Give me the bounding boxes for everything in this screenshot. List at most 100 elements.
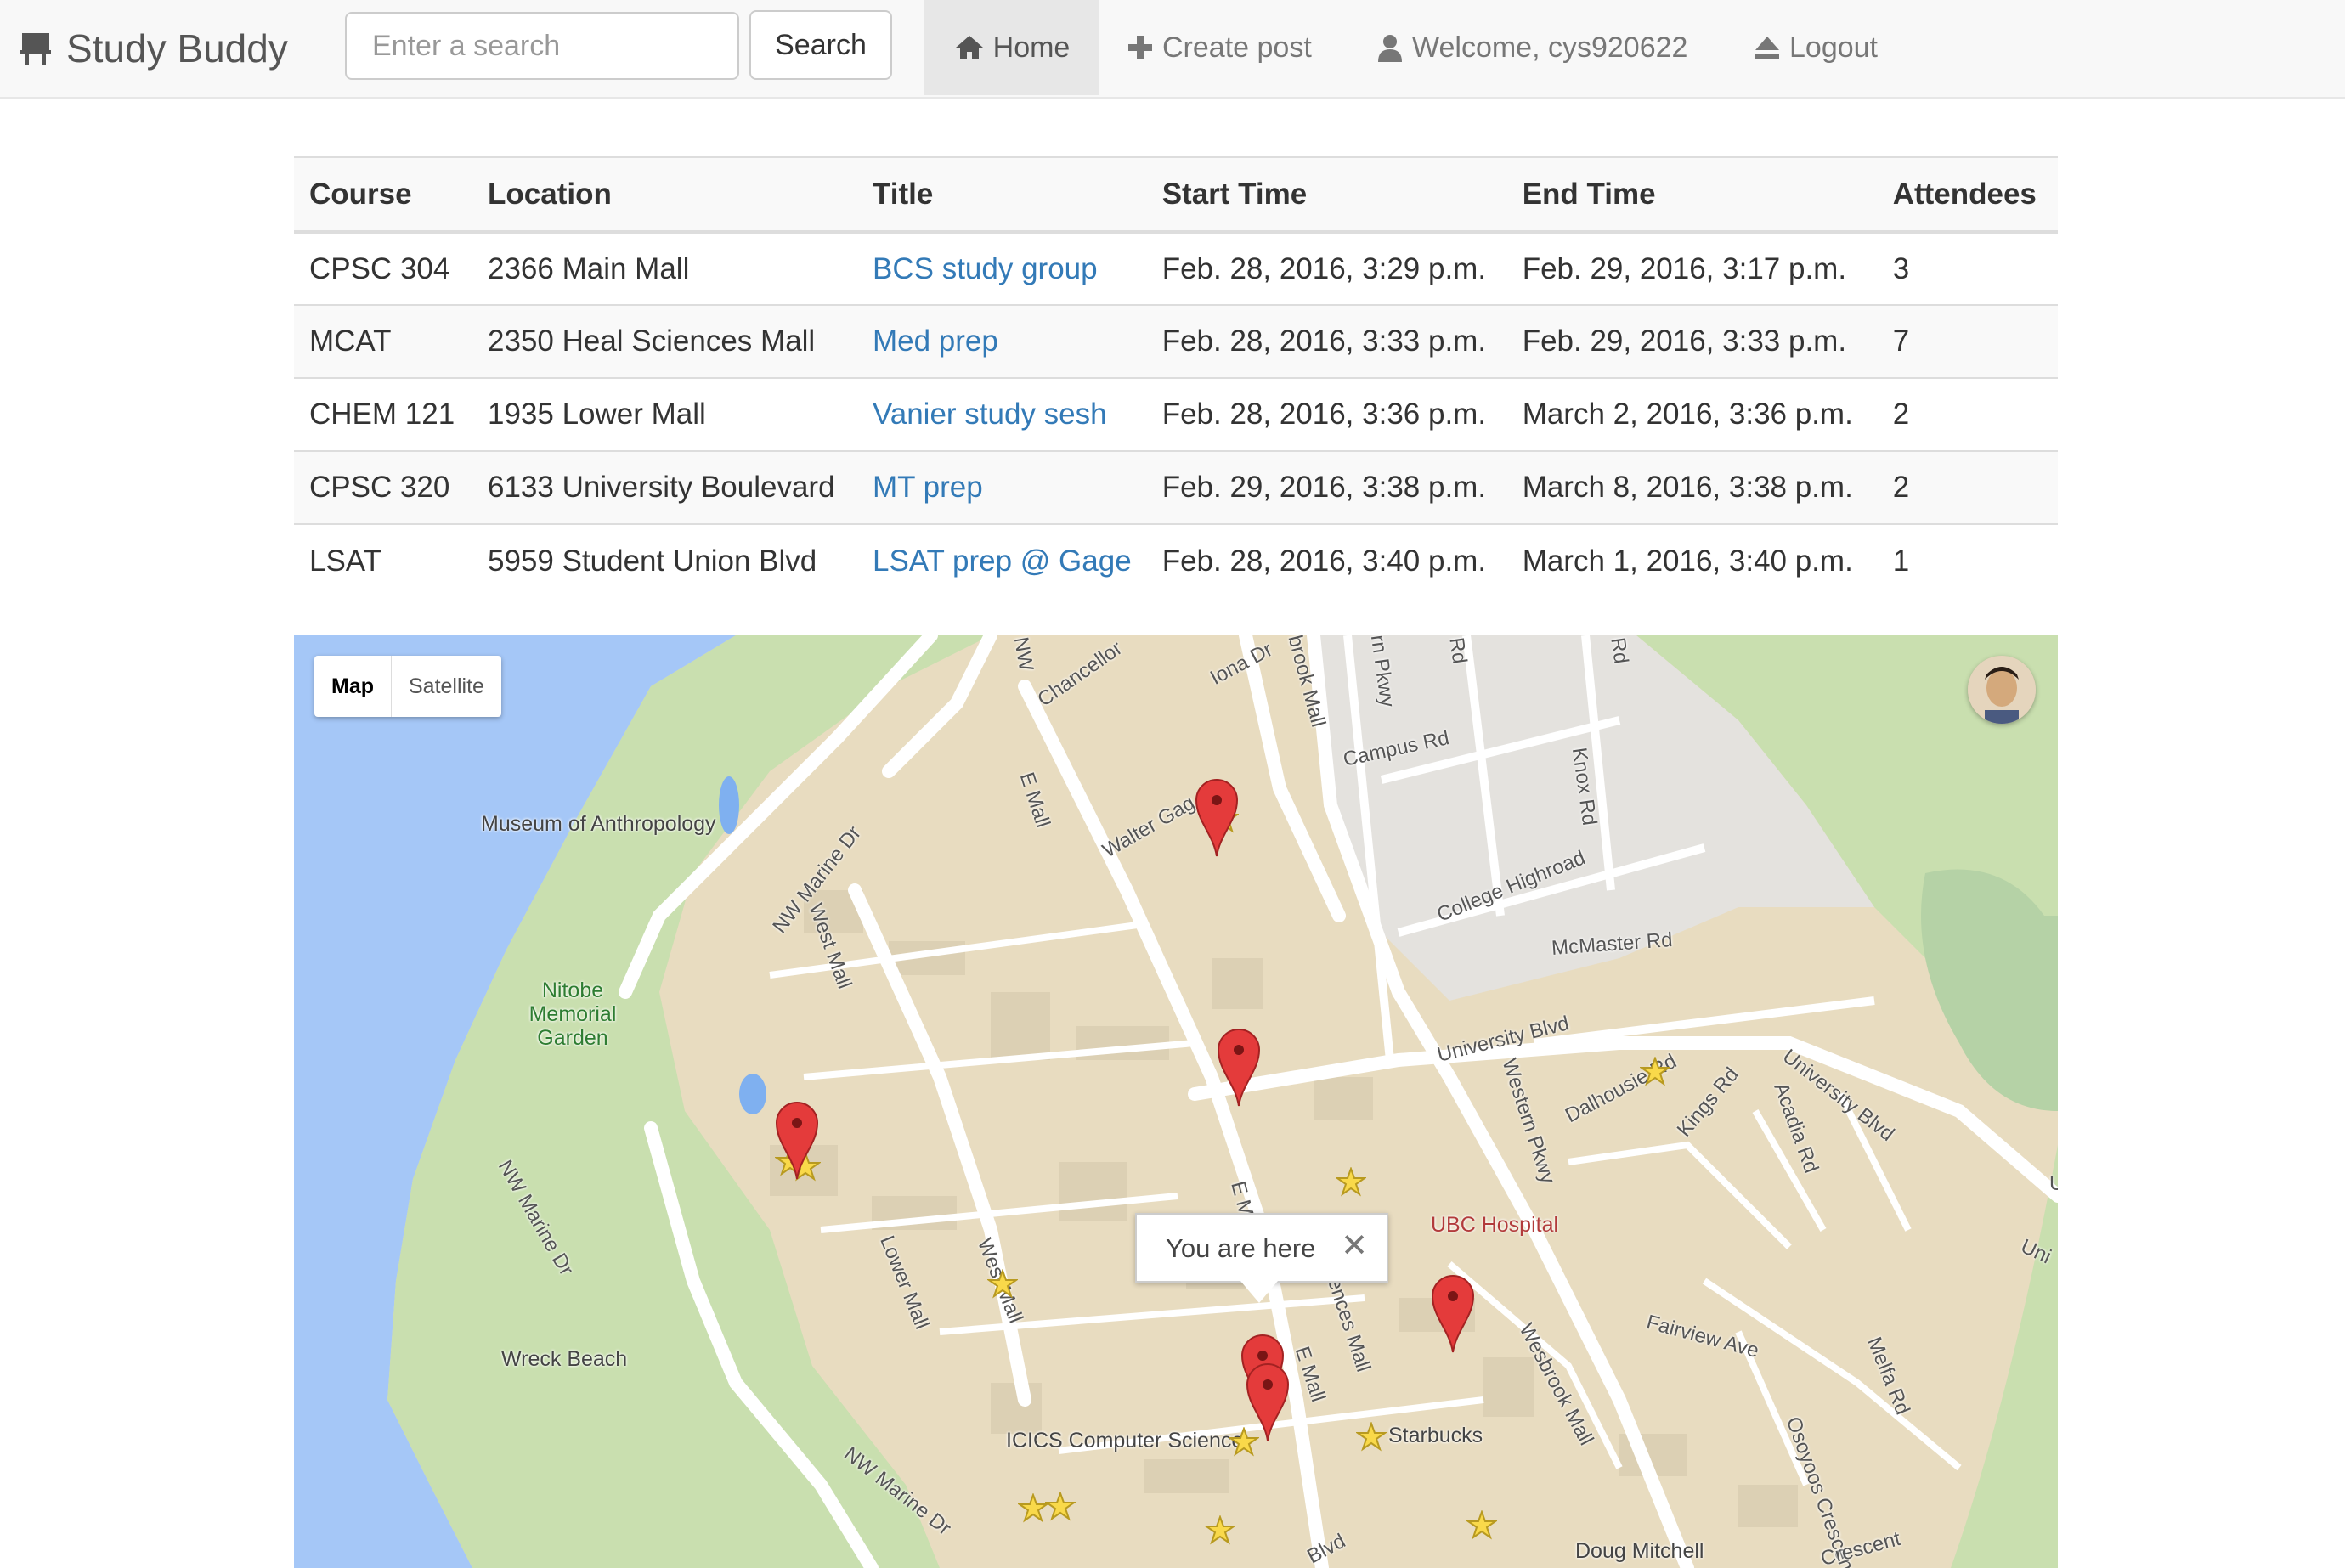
header-start-time: Start Time <box>1146 156 1507 234</box>
cell-start: Feb. 28, 2016, 3:36 p.m. <box>1146 377 1507 451</box>
study-groups-table-wrap: Course Location Title Start Time End Tim… <box>294 156 2058 597</box>
title-link[interactable]: BCS study group <box>873 252 1098 285</box>
nitobe-label: Nitobe Memorial Garden <box>528 979 617 1050</box>
cell-attendees: 2 <box>1877 377 2058 451</box>
wreck-beach-label: Wreck Beach <box>501 1347 628 1371</box>
doug-mitchell-label: Doug Mitchell <box>1575 1539 1704 1563</box>
header-location: Location <box>472 156 857 234</box>
cell-title: MT prep <box>857 450 1147 524</box>
brand-desk-icon <box>20 33 51 65</box>
cell-course: CPSC 304 <box>309 251 450 285</box>
plus-icon <box>1128 36 1152 59</box>
cell-start: Feb. 28, 2016, 3:40 p.m. <box>1146 523 1507 597</box>
search-input[interactable] <box>345 12 739 80</box>
hospital-label: UBC Hospital <box>1431 1213 1559 1237</box>
cell-attendees: 2 <box>1877 450 2058 524</box>
table-row: CPSC 304 2366 Main Mall BCS study group … <box>294 232 2058 305</box>
icics-label: ICICS Computer Science <box>1006 1429 1244 1452</box>
cell-end: March 2, 2016, 3:36 p.m. <box>1506 377 1878 451</box>
nav-welcome[interactable]: Welcome, cys920622 <box>1376 0 1687 95</box>
road-label-rd-2: Rd <box>1606 635 1633 666</box>
cell-end: Feb. 29, 2016, 3:17 p.m. <box>1522 251 1847 285</box>
star-icon <box>987 1269 1018 1299</box>
star-icon <box>1356 1422 1387 1452</box>
nav-home[interactable]: Home <box>924 0 1099 95</box>
cell-end: March 1, 2016, 3:40 p.m. <box>1506 523 1878 597</box>
title-link[interactable]: Med prep <box>873 324 998 358</box>
title-link[interactable]: Vanier study sesh <box>873 398 1107 431</box>
table-row: CHEM 121 1935 Lower Mall Vanier study se… <box>294 377 2058 451</box>
road-label-u-edge: U <box>2049 1172 2058 1195</box>
header-title: Title <box>857 156 1147 234</box>
title-link[interactable]: MT prep <box>873 471 983 504</box>
cell-location: 2350 Heal Sciences Mall <box>472 304 857 378</box>
table-header-row: Course Location Title Start Time End Tim… <box>294 156 2058 234</box>
map-pin-icon[interactable] <box>773 1097 821 1181</box>
star-icon <box>1018 1493 1048 1523</box>
nav-logout-label: Logout <box>1789 31 1878 64</box>
info-window-text: You are here <box>1166 1233 1316 1263</box>
you-are-here-info-window: You are here ✕ <box>1135 1213 1388 1283</box>
cell-attendees: 7 <box>1877 304 2058 378</box>
star-icon <box>1205 1515 1235 1545</box>
info-window-tail <box>1240 1281 1278 1303</box>
map-type-control: Map Satellite <box>314 656 501 717</box>
cell-location: 6133 University Boulevard <box>472 450 857 524</box>
close-icon[interactable]: ✕ <box>1341 1227 1368 1265</box>
star-icon <box>1045 1492 1076 1521</box>
star-icon <box>1466 1510 1497 1540</box>
table-row: MCAT 2350 Heal Sciences Mall Med prep Fe… <box>294 304 2058 378</box>
brand[interactable]: Study Buddy <box>20 24 288 73</box>
cell-end: March 8, 2016, 3:38 p.m. <box>1506 450 1878 524</box>
table-row: LSAT 5959 Student Union Blvd LSAT prep @… <box>294 523 2058 597</box>
eject-icon <box>1755 37 1779 59</box>
cell-start: Feb. 28, 2016, 3:33 p.m. <box>1146 304 1507 378</box>
title-link[interactable]: LSAT prep @ Gage <box>873 544 1132 578</box>
nav-home-label: Home <box>992 31 1071 64</box>
study-groups-table: Course Location Title Start Time End Tim… <box>294 156 2058 597</box>
cell-course: LSAT <box>294 523 472 597</box>
map-pin-icon[interactable] <box>1193 775 1240 858</box>
cell-location: 2366 Main Mall <box>488 251 690 285</box>
cell-title: BCS study group <box>857 232 1147 305</box>
cell-end: Feb. 29, 2016, 3:33 p.m. <box>1506 304 1878 378</box>
cell-start: Feb. 29, 2016, 3:38 p.m. <box>1146 450 1507 524</box>
cell-start: Feb. 28, 2016, 3:29 p.m. <box>1161 251 1487 285</box>
star-icon <box>1640 1057 1670 1086</box>
search-button[interactable]: Search <box>749 10 892 80</box>
cell-course: CPSC 320 <box>294 450 472 524</box>
map-type-satellite[interactable]: Satellite <box>392 656 501 717</box>
cell-course: MCAT <box>294 304 472 378</box>
cell-course: CHEM 121 <box>294 377 472 451</box>
cell-title: LSAT prep @ Gage <box>857 523 1147 597</box>
header-end-time: End Time <box>1506 156 1878 234</box>
campus-map[interactable]: Map Satellite Museum of Anthropology Nit… <box>294 635 2058 1568</box>
starbucks-label: Starbucks <box>1388 1424 1483 1447</box>
cell-location: 5959 Student Union Blvd <box>472 523 857 597</box>
cell-location: 1935 Lower Mall <box>472 377 857 451</box>
home-icon <box>955 36 983 59</box>
nav-welcome-label: Welcome, cys920622 <box>1412 31 1688 64</box>
navbar: Study Buddy Search Home Create post Welc… <box>0 0 2345 99</box>
nav-create-post-label: Create post <box>1162 31 1312 64</box>
museum-label: Museum of Anthropology <box>481 812 716 836</box>
cell-title: Vanier study sesh <box>857 377 1147 451</box>
road-label-rd-1: Rd <box>1444 635 1472 666</box>
cell-attendees: 1 <box>1877 523 2058 597</box>
cell-title: Med prep <box>857 304 1147 378</box>
map-pin-icon[interactable] <box>1244 1359 1291 1442</box>
brand-text: Study Buddy <box>66 26 288 71</box>
avatar[interactable] <box>1968 656 2036 724</box>
table-row: CPSC 320 6133 University Boulevard MT pr… <box>294 450 2058 524</box>
header-course: Course <box>294 156 472 234</box>
nav-logout[interactable]: Logout <box>1754 0 1878 95</box>
map-type-map[interactable]: Map <box>314 656 392 717</box>
header-attendees: Attendees <box>1877 156 2058 234</box>
map-pin-icon[interactable] <box>1429 1271 1477 1354</box>
user-icon <box>1378 35 1402 62</box>
star-icon <box>1336 1167 1366 1197</box>
map-pin-icon[interactable] <box>1215 1024 1263 1108</box>
cell-attendees: 3 <box>1892 251 1910 285</box>
user-avatar-icon <box>1968 656 2036 724</box>
nav-create-post[interactable]: Create post <box>1127 0 1312 95</box>
